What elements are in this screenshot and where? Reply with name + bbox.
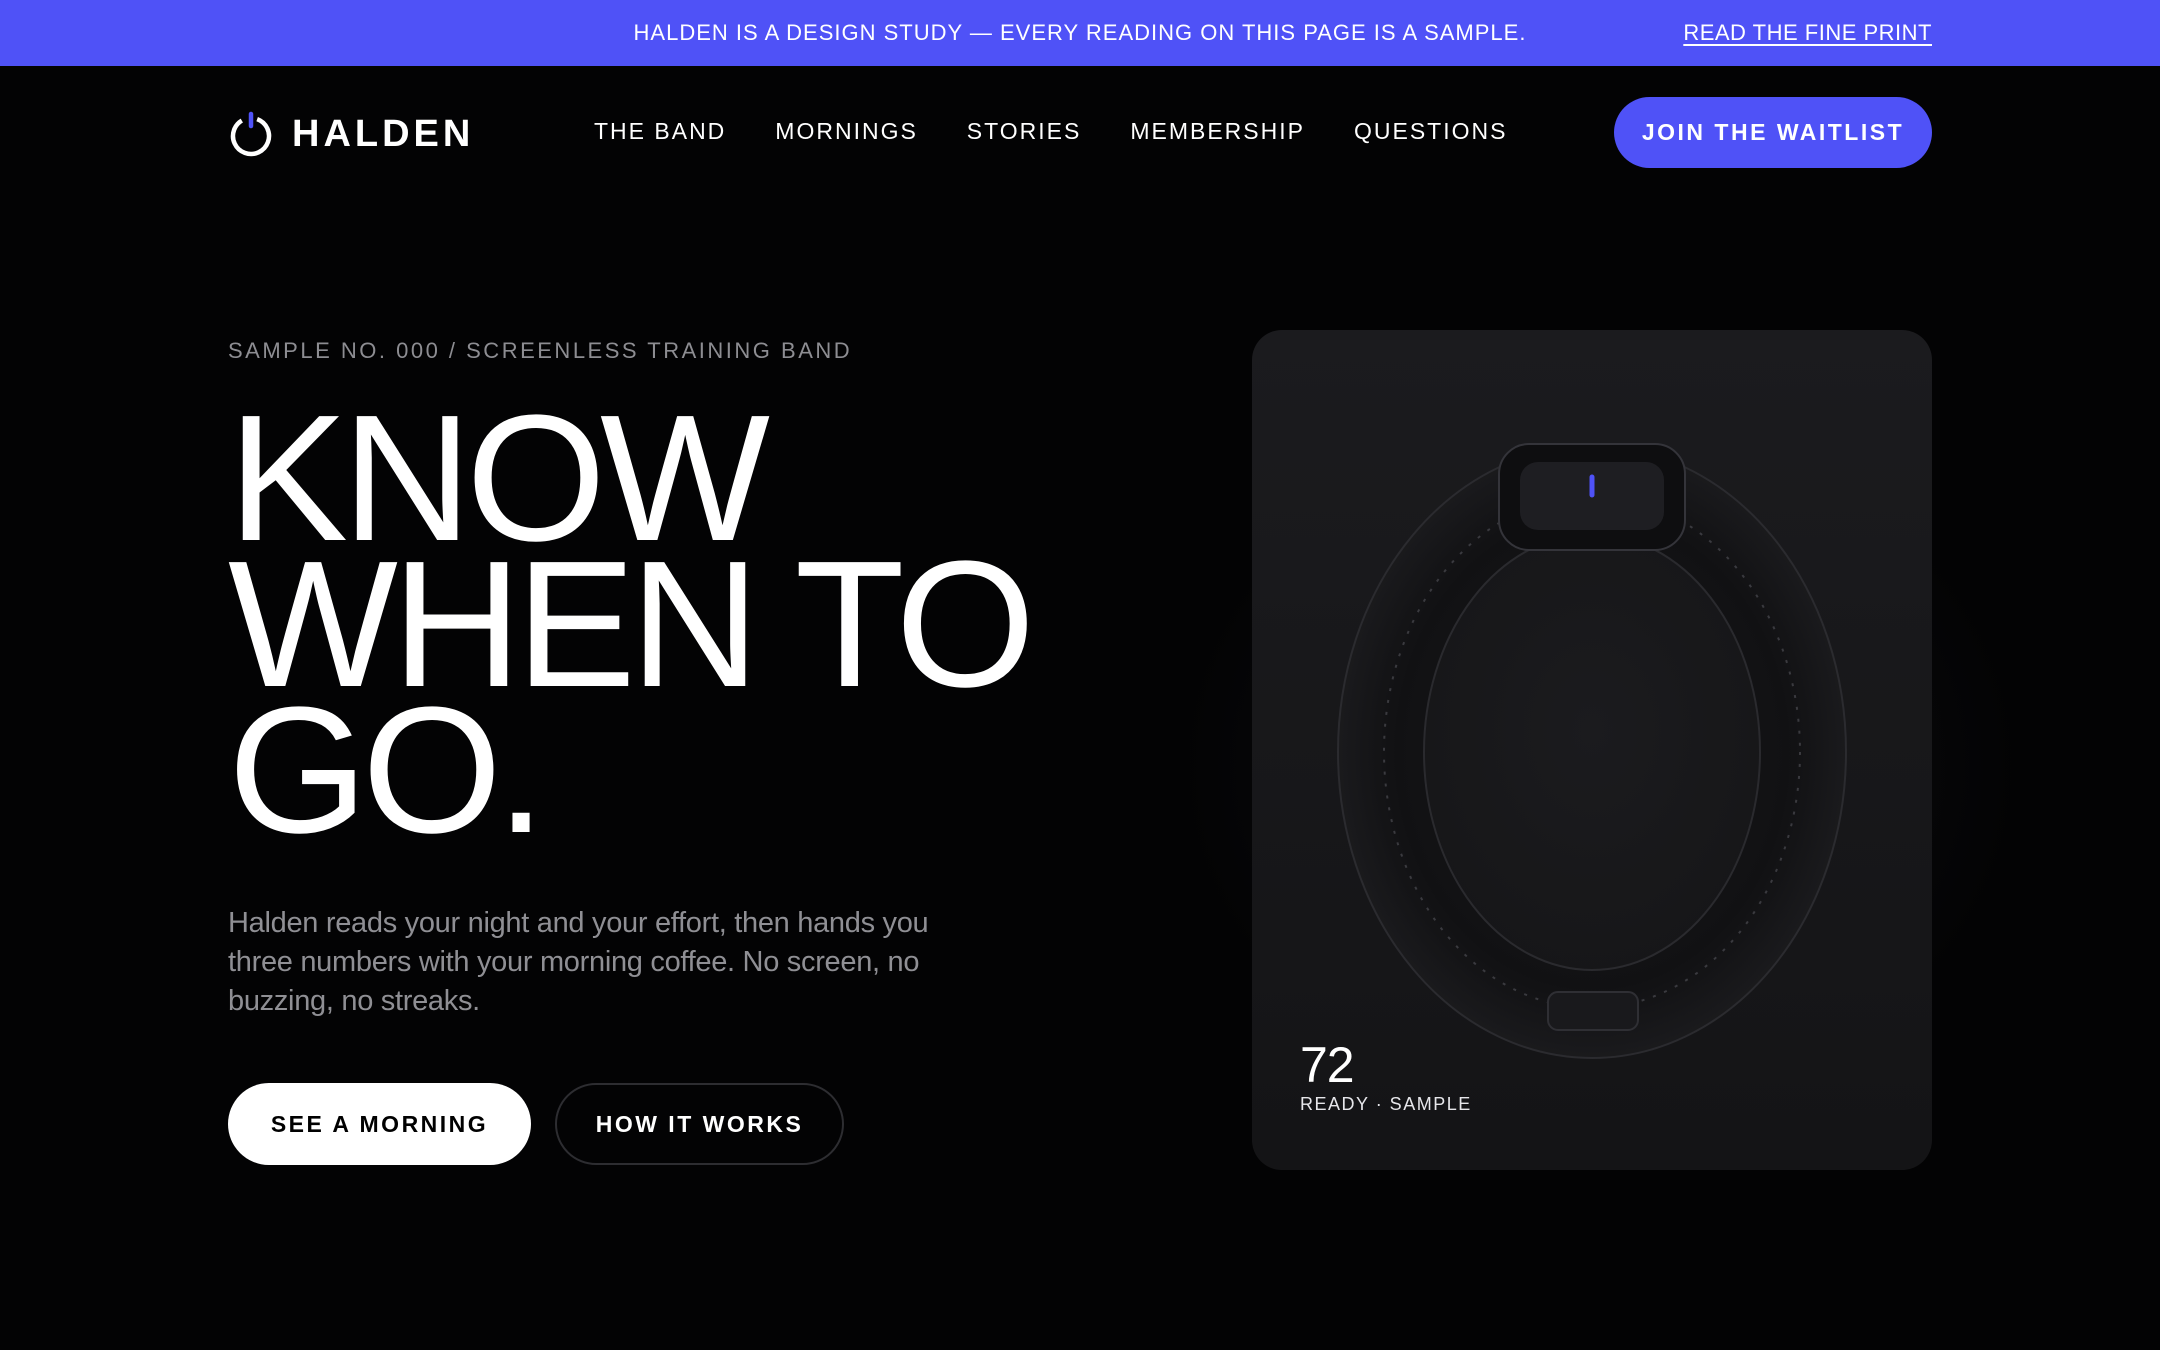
power-ring-icon [230,111,272,157]
device-card: 72 READY · SAMPLE [1252,330,1932,1170]
nav-item-questions[interactable]: QUESTIONS [1354,118,1507,145]
announcement-bar: HALDEN IS A DESIGN STUDY — EVERY READING… [0,0,2160,66]
nav-item-mornings[interactable]: MORNINGS [775,118,918,145]
readiness-value: 72 [1300,1037,1355,1093]
band-inner [1423,533,1761,971]
nav-item-the-band[interactable]: THE BAND [594,118,726,145]
see-a-morning-button[interactable]: SEE A MORNING [228,1083,531,1165]
logo[interactable]: HALDEN [228,109,474,159]
brand-name: HALDEN [292,112,475,155]
hero-eyebrow: SAMPLE NO. 000 / SCREENLESS TRAINING BAN… [228,338,853,363]
fine-print-link[interactable]: READ THE FINE PRINT [1683,20,1932,46]
how-it-works-button[interactable]: HOW IT WORKS [555,1083,844,1165]
band-illustration [1337,443,1847,1059]
hero-headline: KNOW WHEN TO GO. [228,389,1035,861]
nav-item-stories[interactable]: STORIES [967,118,1082,145]
hero-lede: Halden reads your night and your effort,… [228,907,929,1017]
readiness-label: READY · SAMPLE [1300,1094,1472,1114]
nav-item-membership[interactable]: MEMBERSHIP [1130,118,1305,145]
band-clasp [1547,991,1639,1031]
join-waitlist-button[interactable]: JOIN THE WAITLIST [1614,97,1932,168]
main-nav: THE BAND MORNINGS STORIES MEMBERSHIP QUE… [594,118,1556,145]
page: HALDEN THE BAND MORNINGS STORIES MEMBERS… [0,66,2160,1338]
